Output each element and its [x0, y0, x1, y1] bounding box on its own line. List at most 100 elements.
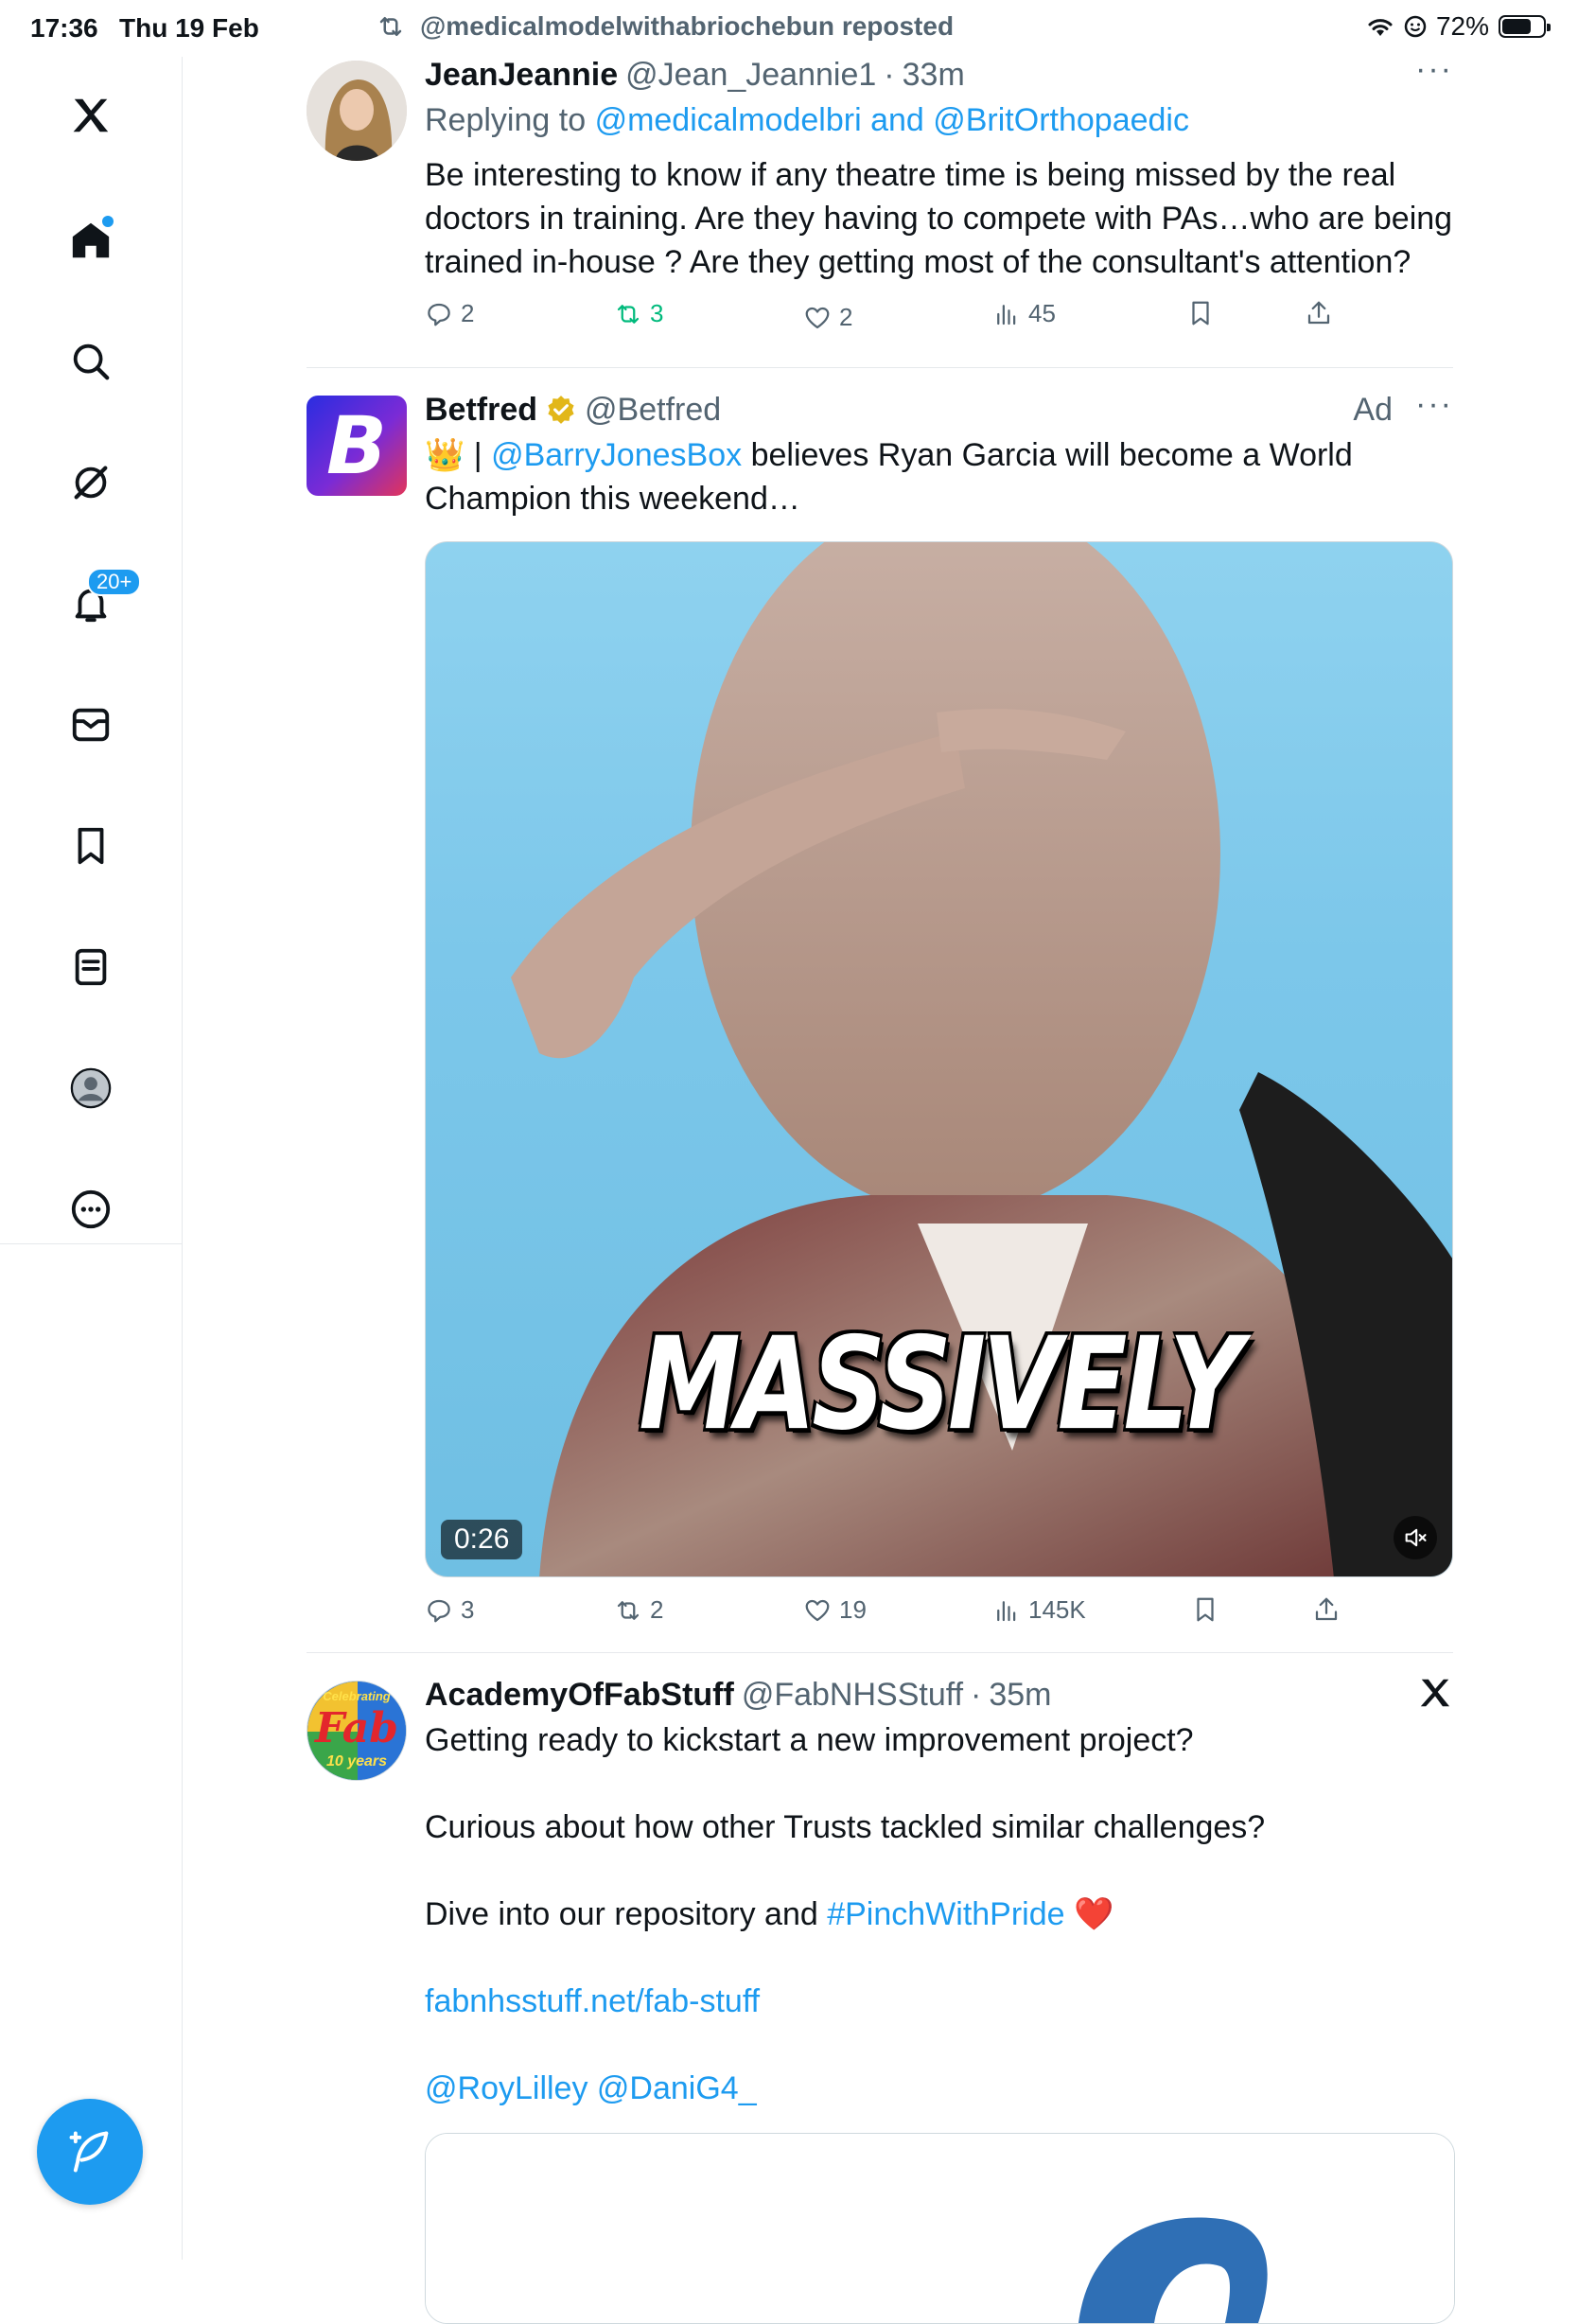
tweet-header: JeanJeannie @Jean_Jeannie1 · 33m [425, 55, 1453, 95]
tweet-more-button[interactable]: ··· [1415, 386, 1453, 423]
reply-icon [428, 1599, 450, 1622]
separator-dot: · [884, 57, 895, 93]
reply-button[interactable]: 3 [425, 1595, 474, 1625]
tweet-text: Getting ready to kickstart a new improve… [425, 1718, 1453, 2110]
heart-emoji: ❤️ [1074, 1896, 1114, 1932]
bookmarks-icon[interactable] [61, 816, 121, 876]
repost-context[interactable]: @medicalmodelwithabriochebun reposted [375, 11, 954, 42]
author-name[interactable]: JeanJeannie [425, 55, 618, 95]
avatar-photo [307, 61, 407, 161]
repost-button[interactable]: 3 [614, 299, 663, 328]
mention-link[interactable]: @BarryJonesBox [491, 437, 742, 473]
grok-icon[interactable] [61, 452, 121, 513]
avatar-betfred-logo[interactable]: B [307, 396, 407, 496]
repost-icon [617, 1600, 640, 1620]
heart-icon [805, 307, 830, 328]
bookmark-icon [1192, 301, 1209, 326]
bookmark-button[interactable] [1186, 299, 1215, 327]
tweet-header: AcademyOfFabStuff @FabNHSStuff · 35m [425, 1675, 1453, 1715]
heart-icon [805, 1599, 830, 1621]
battery-percentage: 72% [1435, 11, 1489, 41]
repost-icon [617, 304, 640, 324]
author-name[interactable]: Betfred [425, 390, 537, 430]
hashtag-link[interactable]: #PinchWithPride [827, 1896, 1064, 1932]
replying-prefix: Replying to [425, 102, 587, 138]
notifications-badge: 20+ [87, 568, 142, 596]
author-name[interactable]: AcademyOfFabStuff [425, 1675, 734, 1715]
repost-count: 3 [650, 299, 664, 327]
views-button[interactable]: 145K [992, 1595, 1086, 1625]
tweet-text: Be interesting to know if any theatre ti… [425, 157, 1453, 280]
author-handle[interactable]: @Jean_Jeannie1 [625, 55, 876, 95]
share-icon [1307, 301, 1330, 325]
video-caption: MASSIVELY [639, 1311, 1243, 1459]
reply-button[interactable]: 2 [425, 299, 474, 328]
share-button[interactable] [1305, 299, 1333, 327]
tweet-actions: 2 3 2 45 [425, 299, 1333, 337]
mute-button[interactable] [1394, 1516, 1437, 1559]
video-duration: 0:26 [441, 1520, 523, 1559]
tweet-time[interactable]: 33m [903, 55, 965, 95]
home-unread-dot [102, 216, 114, 227]
tweet-more-button[interactable]: ··· [1415, 51, 1453, 88]
share-button[interactable] [1312, 1595, 1341, 1624]
more-options-icon[interactable] [61, 1179, 121, 1240]
profile-avatar-icon[interactable] [61, 1058, 121, 1118]
tweet-text: 👑 | @BarryJonesBox believes Ryan Garcia … [425, 433, 1371, 520]
status-indicators: 72% [1366, 11, 1551, 42]
tweet-divider [307, 1652, 1453, 1653]
share-icon [1315, 1597, 1338, 1621]
battery-fill [1502, 19, 1531, 34]
author-handle[interactable]: @Betfred [585, 390, 721, 430]
tweet-divider [307, 367, 1453, 368]
replying-to: Replying to @medicalmodelbri and @BritOr… [425, 98, 1453, 142]
separator-dot: · [971, 1677, 982, 1713]
wifi-icon [1368, 19, 1393, 36]
mentions-link[interactable]: @RoyLilley @DaniG4_ [425, 2067, 1453, 2110]
tweet-paragraph-2: Curious about how other Trusts tackled s… [425, 1809, 1266, 1845]
status-date: Thu 19 Feb [119, 13, 259, 43]
battery-icon [1499, 15, 1551, 38]
link-preview-card[interactable] [425, 2133, 1455, 2324]
x-share-icon[interactable] [1417, 1675, 1453, 1716]
crown-prefix: 👑 | [425, 437, 492, 473]
repost-button[interactable]: 2 [614, 1595, 663, 1625]
repost-icon [379, 17, 402, 36]
reply-count: 3 [461, 1595, 475, 1624]
verified-gold-badge-icon [548, 396, 574, 424]
link-preview-image [426, 2134, 1454, 2323]
compose-post-button[interactable] [37, 2099, 143, 2205]
replying-to-handles[interactable]: @medicalmodelbri and @BritOrthopaedic [595, 102, 1189, 138]
paragraph-3-prefix: Dive into our repository and [425, 1896, 828, 1932]
author-handle[interactable]: @FabNHSStuff [742, 1675, 963, 1715]
external-link[interactable]: fabnhsstuff.net/fab-stuff [425, 1980, 1453, 2023]
messages-icon[interactable] [61, 695, 121, 755]
views-count: 45 [1028, 299, 1056, 327]
tweet-time[interactable]: 35m [989, 1675, 1051, 1715]
reply-count: 2 [461, 299, 475, 327]
repost-count: 2 [650, 1595, 664, 1624]
lists-icon[interactable] [61, 937, 121, 997]
like-button[interactable]: 19 [803, 1595, 867, 1625]
tweet-header: Betfred @Betfred [425, 390, 1453, 430]
notifications-bell-icon[interactable]: 20+ [61, 568, 142, 634]
tweet-paragraph-3: Dive into our repository and #PinchWithP… [425, 1893, 1453, 1936]
x-logo-icon[interactable] [61, 85, 121, 146]
sidebar-divider [0, 1243, 182, 1244]
analytics-icon [997, 304, 1016, 325]
bookmark-icon [1197, 1597, 1214, 1622]
bookmark-button[interactable] [1191, 1595, 1219, 1624]
avatar-jeanjeannie[interactable] [307, 61, 407, 161]
tweet-actions: 3 2 19 145K [425, 1595, 1338, 1633]
fab-logo-text-mid: Fab [314, 1704, 399, 1752]
focus-mode-icon [1404, 15, 1427, 38]
search-icon[interactable] [61, 331, 121, 392]
views-button[interactable]: 45 [992, 299, 1056, 328]
ad-label: Ad [1353, 392, 1393, 428]
views-count: 145K [1028, 1595, 1086, 1624]
home-icon[interactable] [61, 210, 121, 271]
avatar-fab-logo[interactable]: Celebrating Fab 10 years [307, 1681, 407, 1781]
like-button[interactable]: 2 [803, 303, 852, 332]
video-player[interactable]: MASSIVELY 0:26 [425, 541, 1453, 1577]
fab-logo-text-top: Celebrating [323, 1689, 391, 1703]
